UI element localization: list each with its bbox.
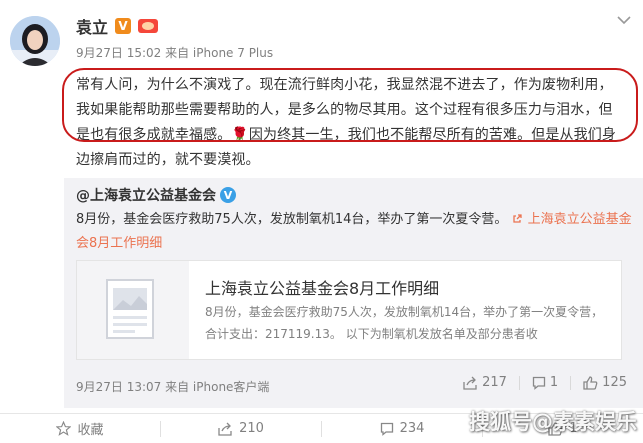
comment-icon [380,422,393,436]
comment-button[interactable]: 234 [322,421,482,436]
weibo-post: 袁立 V 9月27日 15:02 来自 iPhone 7 Plus 常有人问，为… [0,0,643,443]
author-name[interactable]: 袁立 [76,14,108,38]
share-icon [463,376,477,390]
watermark: 搜狐号@素素娱乐 [469,410,637,434]
article-card[interactable]: 上海袁立公益基金会8月工作明细 8月份，基金会医疗救助75人次，发放制氧机14台… [76,260,622,360]
author-avatar[interactable] [10,16,60,66]
article-description: 8月份，基金会医疗救助75人次，发放制氧机14台，举办了第一次夏令营，合计支出：… [205,305,604,341]
link-icon [512,214,522,223]
post-body: 常有人问，为什么不演戏了。现在流行鲜肉小花，我显然混不进去了，作为废物利用，我如… [76,73,622,173]
favorite-label: 收藏 [77,423,104,438]
repost-body: 8月份，基金会医疗救助75人次，发放制氧机14台，举办了第一次夏令营。 [76,212,508,227]
chevron-down-icon[interactable] [617,14,631,26]
repost-actions: 217 1 125 [463,375,627,390]
star-icon [56,421,72,436]
article-thumbnail [77,261,189,359]
repost-comment-count: 1 [549,375,559,390]
comment-icon [532,376,546,390]
repost-button[interactable]: 210 [161,421,321,436]
repost-box: @上海袁立公益基金会 V 8月份，基金会医疗救助75人次，发放制氧机14台，举办… [64,178,643,408]
repost-share-button[interactable]: 217 [463,375,507,390]
share-icon [218,422,232,436]
repost-like-count: 125 [602,375,627,390]
favorite-button[interactable]: 收藏 [0,419,160,438]
member-badge-icon [138,19,159,33]
verified-badge-icon: V [115,18,132,34]
rose-emoji-icon: 🌹 [231,127,249,143]
article-title: 上海袁立公益基金会8月工作明细 [205,279,440,298]
document-icon [106,279,154,339]
repost-author-row: @上海袁立公益基金会 V [76,185,236,205]
author-row: 袁立 V [76,14,159,38]
repost-share-count: 217 [482,375,507,390]
comment-count: 234 [399,421,425,436]
verified-blue-icon: V [220,187,236,203]
repost-author-name[interactable]: @上海袁立公益基金会 [76,185,216,205]
repost-like-button[interactable]: 125 [583,375,627,390]
repost-count: 210 [239,421,264,436]
repost-text: 8月份，基金会医疗救助75人次，发放制氧机14台，举办了第一次夏令营。 上海袁立… [76,208,636,256]
thumbs-up-icon [583,375,598,390]
post-meta: 9月27日 15:02 来自 iPhone 7 Plus [76,46,274,60]
repost-meta: 9月27日 13:07 来自 iPhone客户端 [76,380,270,394]
repost-comment-button[interactable]: 1 [532,375,558,390]
